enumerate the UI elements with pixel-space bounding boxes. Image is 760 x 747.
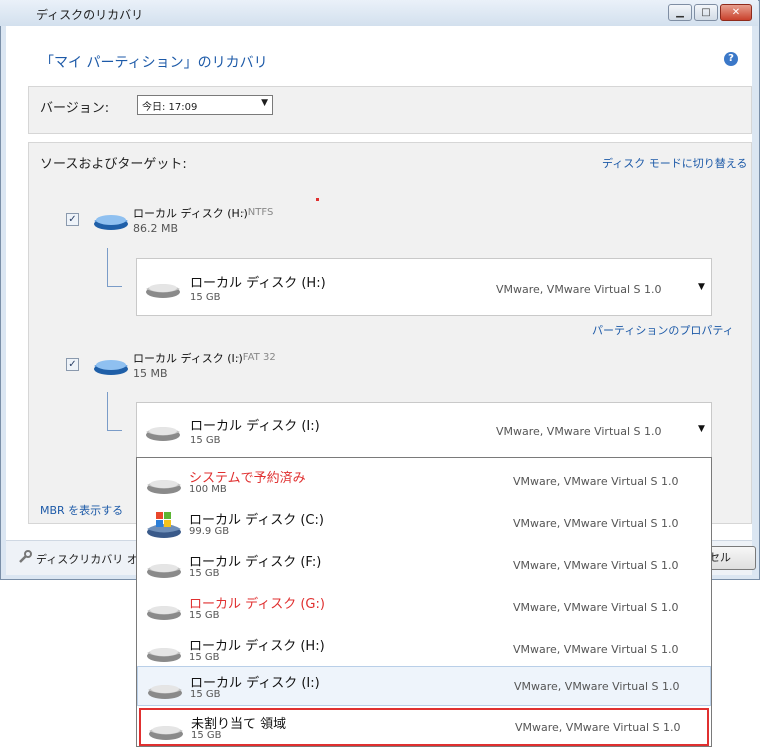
dropdown-item-disk-h[interactable]: ローカル ディスク (H:) 15 GB VMware, VMware Virt… (137, 630, 711, 670)
dropdown-item-disk-g[interactable]: ローカル ディスク (G:) 15 GB VMware, VMware Virt… (137, 588, 711, 628)
dropdown-item-size: 15 GB (190, 689, 221, 700)
target-disk-vendor: VMware, VMware Virtual S 1.0 (496, 283, 662, 296)
version-select[interactable]: 今日: 17:09 ▼ (137, 95, 273, 115)
hard-drive-icon (144, 278, 182, 300)
source-disk-size: 15 MB (133, 367, 168, 380)
dropdown-item-unallocated[interactable]: 未割り当て 領域 15 GB VMware, VMware Virtual S … (139, 708, 709, 746)
close-button[interactable]: ✕ (720, 4, 752, 21)
target-disk-size: 15 GB (190, 292, 221, 303)
dropdown-item-vendor: VMware, VMware Virtual S 1.0 (513, 601, 679, 614)
target-disk-name: ローカル ディスク (H:) (190, 276, 326, 291)
dropdown-item-disk-f[interactable]: ローカル ディスク (F:) 15 GB VMware, VMware Virt… (137, 546, 711, 586)
source-disk-fs: - FAT 32 (236, 352, 276, 363)
source-disk-name: ローカル ディスク (I:) (133, 352, 243, 365)
hard-drive-icon (147, 720, 185, 742)
dropdown-item-disk-i[interactable]: ローカル ディスク (I:) 15 GB VMware, VMware Virt… (137, 666, 711, 706)
connector-line (107, 392, 122, 431)
page-title: 「マイ パーティション」のリカバリ (40, 55, 268, 71)
switch-disk-mode-link[interactable]: ディスク モードに切り替える (602, 155, 747, 171)
dropdown-item-size: 15 GB (189, 652, 220, 663)
red-marker (316, 198, 319, 201)
version-select-value: 今日: 17:09 (142, 102, 198, 113)
show-mbr-link[interactable]: MBR を表示する (40, 502, 123, 518)
hard-drive-icon (144, 421, 182, 443)
hard-drive-icon (145, 558, 183, 580)
partition-properties-link[interactable]: パーティションのプロパティ (592, 322, 734, 338)
chevron-down-icon: ▼ (698, 424, 705, 434)
hard-drive-icon (92, 353, 130, 377)
version-label: バージョン: (40, 101, 110, 116)
target-dropdown-list: システムで予約済み 100 MB VMware, VMware Virtual … (136, 457, 712, 747)
source-checkbox-h[interactable]: ✓ (66, 213, 79, 226)
dropdown-item-system-reserved[interactable]: システムで予約済み 100 MB VMware, VMware Virtual … (137, 462, 711, 502)
target-disk-name: ローカル ディスク (I:) (190, 419, 320, 434)
dropdown-item-vendor: VMware, VMware Virtual S 1.0 (513, 559, 679, 572)
source-disk-size: 86.2 MB (133, 222, 179, 235)
source-target-label: ソースおよびターゲット: (40, 157, 187, 172)
hard-drive-icon (145, 474, 183, 496)
source-disk-name: ローカル ディスク (H:) (133, 207, 248, 220)
source-checkbox-i[interactable]: ✓ (66, 358, 79, 371)
dropdown-item-vendor: VMware, VMware Virtual S 1.0 (514, 680, 680, 693)
target-disk-vendor: VMware, VMware Virtual S 1.0 (496, 425, 662, 438)
dropdown-item-size: 100 MB (189, 484, 227, 495)
hard-drive-icon (145, 642, 183, 664)
dropdown-item-vendor: VMware, VMware Virtual S 1.0 (515, 721, 681, 734)
dropdown-item-vendor: VMware, VMware Virtual S 1.0 (513, 643, 679, 656)
recovery-options-link[interactable]: ディスクリカバリ オ (36, 551, 138, 567)
window-title: ディスクのリカバリ (36, 8, 144, 22)
dropdown-item-size: 15 GB (189, 610, 220, 621)
dropdown-item-vendor: VMware, VMware Virtual S 1.0 (513, 475, 679, 488)
wrench-icon (18, 550, 32, 564)
maximize-button[interactable]: □ (694, 4, 718, 21)
windows-drive-icon (145, 510, 183, 540)
hard-drive-icon (145, 600, 183, 622)
target-disk-size: 15 GB (190, 435, 221, 446)
dropdown-item-disk-c[interactable]: ローカル ディスク (C:) 99.9 GB VMware, VMware Vi… (137, 504, 711, 544)
source-disk-fs: - NTFS (241, 207, 274, 218)
dropdown-item-vendor: VMware, VMware Virtual S 1.0 (513, 517, 679, 530)
dropdown-item-size: 99.9 GB (189, 526, 230, 537)
chevron-down-icon: ▼ (261, 98, 268, 108)
help-icon[interactable]: ? (724, 52, 738, 66)
dropdown-item-size: 15 GB (189, 568, 220, 579)
hard-drive-icon (146, 679, 184, 701)
dropdown-item-size: 15 GB (191, 730, 222, 741)
hard-drive-icon (92, 208, 130, 232)
minimize-button[interactable]: ▁ (668, 4, 692, 21)
chevron-down-icon: ▼ (698, 282, 705, 292)
connector-line (107, 248, 122, 287)
